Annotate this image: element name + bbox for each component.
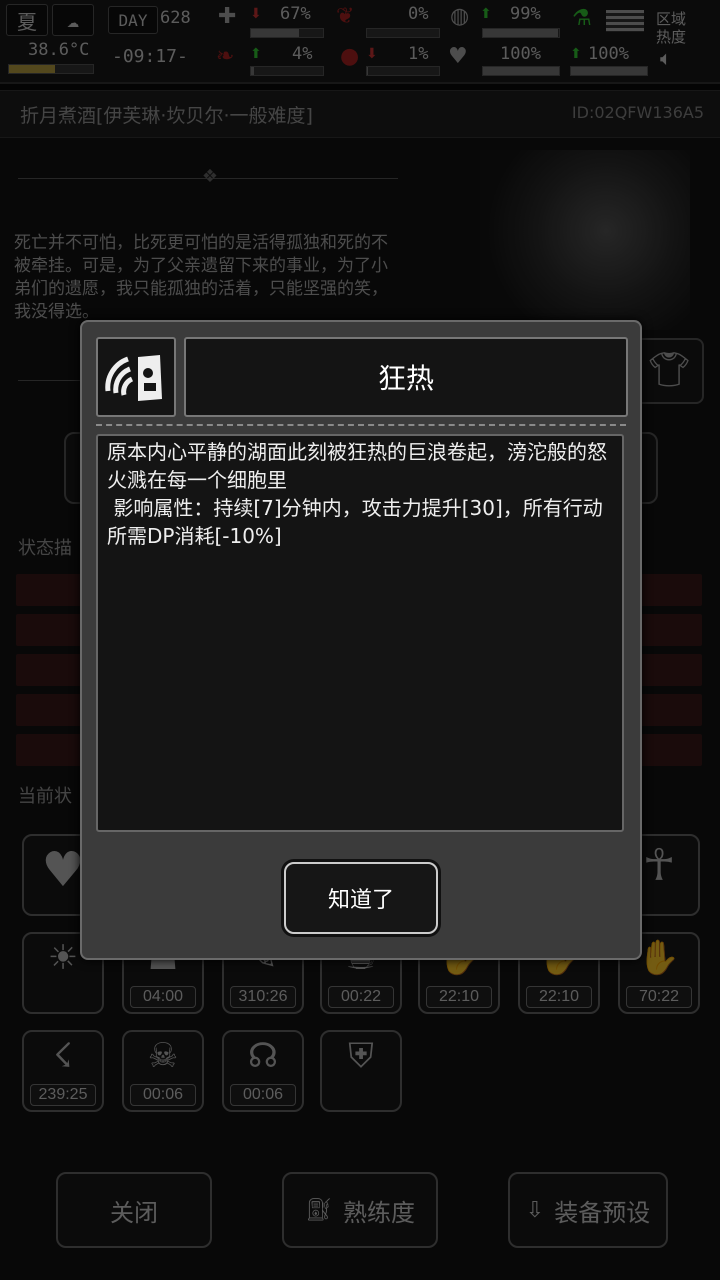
heart-icon: ♥ — [448, 44, 468, 69]
day-badge: DAY — [108, 6, 158, 34]
proficiency-label: 熟练度 — [342, 1198, 415, 1227]
proficiency-button[interactable]: ⛽︎ 熟练度 — [282, 1172, 438, 1248]
stat-bar — [482, 28, 560, 38]
season-label: 夏 — [17, 9, 37, 34]
effect-timer: 239:25 — [30, 1084, 96, 1106]
rage-icon: ☊ — [247, 1036, 279, 1076]
effect-tile[interactable]: ☠ 00:06 — [122, 1030, 204, 1112]
shirt-icon[interactable]: 👕︎ — [634, 338, 704, 404]
season-badge: 夏 — [6, 4, 48, 36]
character-portrait — [480, 150, 690, 330]
stomach-icon: ◍ — [450, 4, 470, 29]
shield-icon: ⛨ — [348, 1036, 374, 1076]
equip-preset-icon: ⇩ — [525, 1197, 545, 1223]
equip-preset-label: 装备预设 — [554, 1198, 651, 1227]
stat-value: 100% — [500, 44, 541, 64]
close-button[interactable]: 关闭 — [56, 1172, 212, 1248]
flask-icon: ⚗ — [572, 6, 592, 31]
stat-bar — [570, 66, 648, 76]
blood-drop-icon: ● — [340, 44, 360, 69]
medkit-icon: ✚ — [218, 4, 237, 29]
stat-bar — [250, 28, 324, 38]
effect-timer: 22:10 — [426, 986, 492, 1008]
effect-icon: ☠ — [147, 1036, 179, 1076]
effect-timer: 04:00 — [130, 986, 196, 1008]
weather-icon: ☁ — [52, 4, 94, 36]
arrow-down-icon: ⬇ — [250, 6, 262, 22]
temperature-bar — [8, 64, 94, 74]
status-bar: 夏 ☁ 38.6°C DAY 628 -09:17- ✚ 67% ⬇ ❦ 0% … — [0, 0, 720, 84]
stat-value: 99% — [510, 4, 541, 24]
ornament-icon: ❖ — [201, 166, 219, 187]
arrow-up-icon: ⬆ — [570, 46, 582, 62]
stat-value: 67% — [280, 4, 311, 24]
arrow-up-icon: ⬆ — [480, 6, 492, 22]
effect-detail-dialog: 狂热 原本内心平静的湖面此刻被狂热的巨浪卷起，滂沱般的怒火溅在每一个细胞里 影响… — [80, 320, 642, 960]
effect-description: 原本内心平静的湖面此刻被狂热的巨浪卷起，滂沱般的怒火溅在每一个细胞里 影响属性：… — [96, 434, 624, 832]
effect-tile[interactable]: ⛨ — [320, 1030, 402, 1112]
temperature: 38.6°C — [28, 40, 90, 60]
confirm-label: 知道了 — [327, 888, 394, 913]
effect-timer: 22:10 — [526, 986, 592, 1008]
day-number: 628 — [160, 8, 191, 28]
sound-icon[interactable]: 🔈︎ — [660, 46, 672, 70]
effect-tile[interactable]: ☇ 239:25 — [22, 1030, 104, 1112]
effect-timer: 70:22 — [626, 986, 692, 1008]
proficiency-icon: ⛽︎ — [305, 1197, 333, 1223]
effect-timer: 00:06 — [230, 1084, 296, 1106]
divider — [96, 424, 626, 426]
lungs-icon: ❧ — [216, 44, 235, 69]
effect-timer: 310:26 — [230, 986, 296, 1008]
status-desc-label: 状态描 — [18, 538, 72, 559]
organ-icon: ❦ — [336, 4, 355, 29]
stat-value: 100% — [588, 44, 629, 64]
clock-time: -09:17- — [112, 46, 188, 67]
close-label: 关闭 — [110, 1198, 158, 1227]
character-title: 折月煮酒[伊芙琳·坎贝尔·一般难度] — [20, 105, 313, 127]
dialog-title: 狂热 — [184, 337, 628, 417]
effect-timer: 00:06 — [130, 1084, 196, 1106]
confirm-button[interactable]: 知道了 — [284, 862, 438, 934]
title-bar: 折月煮酒[伊芙琳·坎贝尔·一般难度] ID:02QFW136A5 — [0, 90, 720, 138]
equip-preset-button[interactable]: ⇩ 装备预设 — [508, 1172, 668, 1248]
effect-tile[interactable]: ☊ 00:06 — [222, 1030, 304, 1112]
stat-value: 1% — [408, 44, 429, 64]
dialog-title-text: 狂热 — [377, 362, 434, 395]
rage-icon — [96, 337, 176, 417]
current-status-label: 当前状 — [18, 786, 72, 807]
stat-bar — [482, 66, 560, 76]
stat-value: 4% — [292, 44, 313, 64]
zone-heat-label: 区域热度 — [656, 10, 687, 46]
stat-bar — [366, 28, 440, 38]
arrow-up-icon: ⬆ — [250, 46, 262, 62]
effect-timer: 00:22 — [328, 986, 394, 1008]
day-label: DAY — [118, 10, 148, 30]
stat-bar — [250, 66, 324, 76]
character-id: ID:02QFW136A5 — [571, 103, 704, 122]
character-bio: 死亡并不可怕，比死更可怕的是活得孤独和死的不被牵挂。可是，为了父亲遗留下来的事业… — [14, 233, 388, 322]
arrow-down-icon: ⬇ — [366, 46, 378, 62]
effect-icon: ☇ — [53, 1036, 73, 1076]
stat-value: 0% — [408, 4, 429, 24]
flag-icon — [606, 10, 644, 32]
stat-bar — [366, 66, 440, 76]
